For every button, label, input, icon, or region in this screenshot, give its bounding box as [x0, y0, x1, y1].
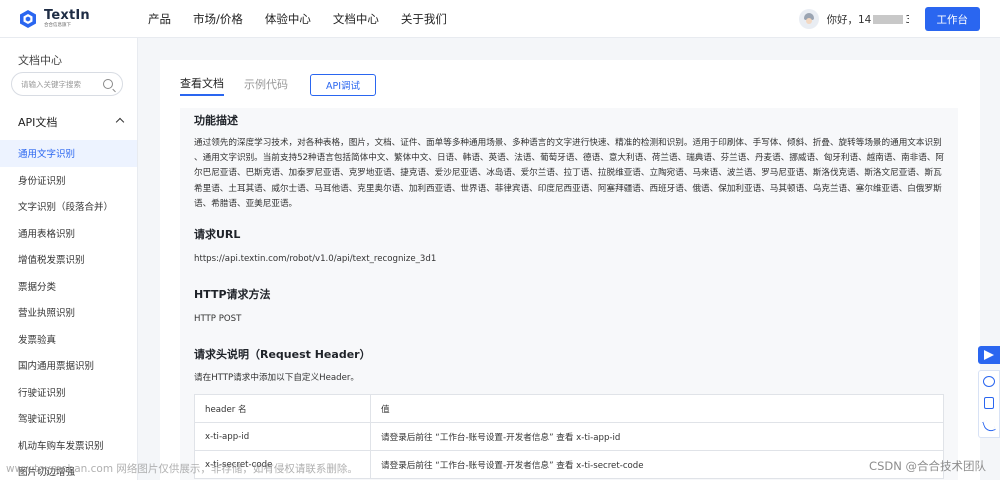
greeting-prefix: 你好，14 — [826, 13, 872, 26]
phone-icon — [982, 418, 996, 434]
search-input[interactable] — [21, 79, 101, 89]
api-debug-button[interactable]: API调试 — [310, 74, 376, 96]
sidebar-section-api-docs[interactable]: API文档 — [0, 110, 138, 134]
user-area: 你好，14 31 工作台 — [798, 7, 980, 31]
nav-item-products[interactable]: 产品 — [148, 11, 171, 27]
floating-toolbar — [978, 346, 1000, 438]
tab-view-docs[interactable]: 查看文档 — [180, 75, 224, 96]
greeting-suffix: 31 — [905, 14, 908, 26]
tab-sample-code[interactable]: 示例代码 — [244, 76, 288, 95]
logo-icon — [18, 9, 38, 29]
send-icon — [984, 350, 994, 360]
nav-item-experience[interactable]: 体验中心 — [265, 11, 311, 27]
avatar[interactable] — [798, 9, 819, 29]
sidebar-item-driver-license[interactable]: 驾驶证识别 — [0, 405, 137, 432]
sidebar-item-business-license[interactable]: 营业执照识别 — [0, 299, 137, 326]
section-title-function: 功能描述 — [194, 114, 238, 127]
sidebar-item-paragraph-ocr[interactable]: 文字识别（段落合并） — [0, 193, 137, 220]
edit-icon — [984, 397, 994, 409]
workbench-button[interactable]: 工作台 — [924, 7, 980, 31]
edit-button[interactable] — [979, 393, 999, 415]
section-title-header: 请求头说明（Request Header） — [194, 348, 371, 361]
main-content: 查看文档 示例代码 API调试 功能描述 通过领先的深度学习技术，对各种表格，图… — [160, 60, 980, 480]
phone-button[interactable] — [979, 415, 999, 437]
sidebar-search — [11, 72, 123, 96]
logo-title: TextIn — [44, 7, 90, 23]
logo-subtitle: 合合信息旗下 — [44, 22, 71, 28]
sidebar-item-bill-classify[interactable]: 票据分类 — [0, 273, 137, 300]
nav-item-about[interactable]: 关于我们 — [401, 11, 447, 27]
table-cell-value: 请登录后前往 “工作台-账号设置-开发者信息” 查看 x-ti-app-id — [370, 422, 944, 451]
search-icon[interactable] — [103, 79, 113, 89]
table-header-row: header 名 值 — [194, 394, 944, 423]
redacted-block — [873, 15, 904, 24]
feedback-tab[interactable] — [978, 346, 1000, 364]
sidebar-item-id-card[interactable]: 身份证识别 — [0, 167, 137, 194]
table-cell-header-name: x-ti-app-id — [194, 422, 371, 451]
section-title-url: 请求URL — [194, 228, 241, 241]
watermark-right: CSDN @合合技术团队 — [869, 459, 986, 473]
sidebar: 文档中心 API文档 通用文字识别 身份证识别 文字识别（段落合并） 通用表格识… — [0, 38, 138, 480]
sidebar-list: 通用文字识别 身份证识别 文字识别（段落合并） 通用表格识别 增值税发票识别 票… — [0, 140, 137, 480]
top-navbar: TextIn 合合信息旗下 产品 市场/价格 体验中心 文档中心 关于我们 你好… — [0, 0, 1000, 38]
table-cell-value: 请登录后前往 “工作台-账号设置-开发者信息” 查看 x-ti-secret-c… — [370, 450, 944, 479]
sidebar-item-vehicle-invoice[interactable]: 机动车购车发票识别 — [0, 432, 137, 459]
user-greeting: 你好，14 31 — [827, 12, 909, 27]
main-nav: 产品 市场/价格 体验中心 文档中心 关于我们 — [148, 11, 469, 27]
request-url: https://api.textin.com/robot/v1.0/api/te… — [194, 254, 437, 264]
column-header-value: 值 — [370, 394, 944, 423]
sidebar-item-invoice-verify[interactable]: 发票验真 — [0, 326, 137, 353]
chat-button[interactable] — [979, 371, 999, 393]
doc-body: 功能描述 通过领先的深度学习技术，对各种表格，图片，文档、证件、面单等多种通用场… — [180, 108, 958, 480]
logo[interactable]: TextIn 合合信息旗下 — [18, 9, 128, 29]
table-row: x-ti-app-id 请登录后前往 “工作台-账号设置-开发者信息” 查看 x… — [194, 422, 944, 451]
doc-tabs: 查看文档 示例代码 API调试 — [180, 74, 376, 96]
tool-group — [978, 370, 1000, 438]
section-title-method: HTTP请求方法 — [194, 288, 271, 301]
sidebar-item-general-ocr[interactable]: 通用文字识别 — [0, 140, 137, 167]
sidebar-item-vehicle-license[interactable]: 行驶证识别 — [0, 379, 137, 406]
sidebar-section-label: API文档 — [18, 116, 58, 129]
watermark-left: www.toymoban.com 网络图片仅供展示，非存储，如有侵权请联系删除。 — [6, 463, 358, 475]
sidebar-item-vat-invoice[interactable]: 增值税发票识别 — [0, 246, 137, 273]
header-description: 请在HTTP请求中添加以下自定义Header。 — [194, 373, 360, 383]
sidebar-title: 文档中心 — [18, 54, 62, 67]
chat-icon — [983, 376, 995, 387]
nav-item-docs[interactable]: 文档中心 — [333, 11, 379, 27]
request-method: HTTP POST — [194, 314, 242, 324]
nav-item-pricing[interactable]: 市场/价格 — [193, 11, 243, 27]
sidebar-item-table-ocr[interactable]: 通用表格识别 — [0, 220, 137, 247]
function-description: 通过领先的深度学习技术，对各种表格，图片，文档、证件、面单等多种通用场景、多种语… — [194, 138, 945, 209]
sidebar-item-domestic-bill[interactable]: 国内通用票据识别 — [0, 352, 137, 379]
chevron-up-icon — [115, 117, 125, 127]
column-header-name: header 名 — [194, 394, 371, 423]
